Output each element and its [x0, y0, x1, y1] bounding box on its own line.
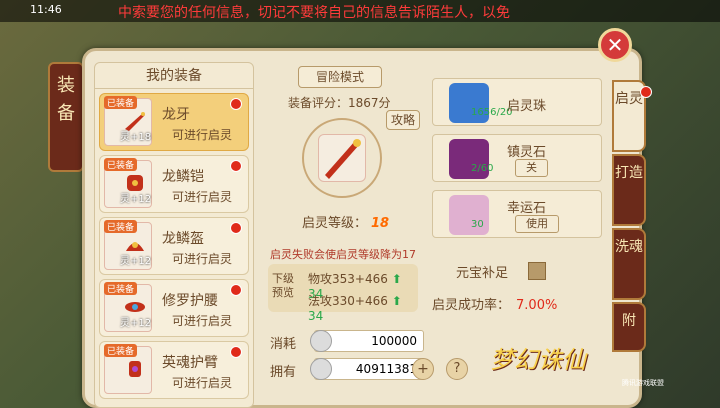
- qling-level: 灵+12: [120, 256, 152, 267]
- cost-label: 消耗: [270, 337, 297, 352]
- equip-name: 修罗护腰: [162, 293, 218, 309]
- owned-label: 拥有: [270, 365, 297, 380]
- equip-item-longlinkui[interactable]: 已装备 灵+12 龙鳞盔 可进行启灵: [99, 217, 249, 275]
- stone-qilingzhu[interactable]: 1656/20 启灵珠: [432, 78, 602, 126]
- owned-row: 拥有 40911381 +: [270, 358, 450, 380]
- stone-xingyunshi[interactable]: 30 幸运石 使用: [432, 190, 602, 238]
- equip-name: 英魂护臂: [162, 355, 218, 371]
- preview-row-magic: 法攻330+466 ⬆ 34: [308, 294, 402, 323]
- equipment-side-label: 装备: [48, 62, 84, 172]
- equip-status: 可进行启灵: [172, 376, 233, 390]
- rate-label: 启灵成功率：: [432, 298, 511, 313]
- close-button[interactable]: ✕: [598, 28, 632, 62]
- equipped-tag: 已装备: [104, 96, 138, 109]
- tab-dazao[interactable]: 打造: [612, 154, 646, 226]
- logo-title: 梦幻诛仙: [490, 346, 586, 374]
- notification-dot: [230, 160, 242, 172]
- clock: 11:46: [30, 3, 62, 16]
- equip-name: 龙鳞铠: [162, 169, 204, 185]
- silver-coin-icon: [310, 330, 332, 352]
- equip-name: 龙牙: [162, 107, 190, 123]
- equip-item-longya[interactable]: 已装备 灵+18 龙牙 可进行启灵: [99, 93, 249, 151]
- stone-name: 幸运石: [507, 201, 547, 216]
- qling-level: 灵+12: [120, 194, 152, 205]
- equip-item-longlinkai[interactable]: 已装备 灵+12 龙鳞铠 可进行启灵: [99, 155, 249, 213]
- help-button[interactable]: ?: [446, 358, 468, 380]
- logo-sub: 腾讯游戏联盟: [622, 379, 664, 387]
- bracer-icon: [129, 361, 141, 377]
- tab-xihun[interactable]: 洗魂: [612, 228, 646, 300]
- equip-status: 可进行启灵: [172, 252, 233, 266]
- equip-item-yinghunhubi[interactable]: 已装备 英魂护臂 可进行启灵: [99, 341, 249, 399]
- notification-dot: [230, 284, 242, 296]
- notification-dot: [640, 86, 652, 98]
- cost-row: 消耗 100000: [270, 330, 450, 352]
- success-rate: 启灵成功率： 7.00%: [432, 294, 557, 313]
- my-equipment-list: 我的装备 已装备 灵+18 龙牙 可进行启灵 已装备 灵+12 龙鳞铠 可进行启…: [94, 62, 254, 408]
- notification-dot: [230, 222, 242, 234]
- selected-equip-slot: [318, 134, 366, 182]
- qling-level-row: 启灵等级： 18: [302, 212, 389, 231]
- stone-zhenlingshi[interactable]: 2/60 镇灵石 关: [432, 134, 602, 182]
- top-bar: 11:46 中索要您的任何信息，切记不要将自己的信息告诉陌生人，以免: [0, 0, 720, 22]
- equipped-tag: 已装备: [104, 220, 138, 233]
- qling-level-label: 启灵等级：: [302, 216, 368, 231]
- stone-count: 2/60: [471, 163, 494, 174]
- up-arrow-icon: ⬆: [391, 294, 402, 308]
- use-button[interactable]: 使用: [515, 215, 559, 233]
- gold-fill-checkbox[interactable]: [528, 262, 546, 280]
- close-icon: ✕: [606, 33, 624, 57]
- fail-warning: 启灵失败会使启灵等级降为17: [270, 248, 416, 261]
- next-level-preview: 下级预览 物攻353+466 ⬆ 34 法攻330+466 ⬆ 34: [268, 264, 418, 323]
- equipment-score: 装备评分：1867分: [288, 96, 391, 110]
- equipped-tag: 已装备: [104, 344, 138, 357]
- toggle-button[interactable]: 关: [515, 159, 548, 177]
- up-arrow-icon: ⬆: [391, 272, 402, 286]
- list-header: 我的装备: [95, 63, 253, 89]
- preview-label: 下级预览: [272, 272, 294, 299]
- equip-item-xiuluohuyao[interactable]: 已装备 灵+12 修罗护腰 可进行启灵: [99, 279, 249, 337]
- silver-coin-icon: [310, 358, 332, 380]
- weapon-icon: [325, 139, 361, 179]
- equip-status: 可进行启灵: [172, 128, 233, 142]
- strategy-button[interactable]: 攻略: [386, 110, 420, 130]
- notification-dot: [230, 98, 242, 110]
- system-marquee: 中索要您的任何信息，切记不要将自己的信息告诉陌生人，以免: [118, 5, 510, 21]
- add-currency-button[interactable]: +: [412, 358, 434, 380]
- qling-level: 灵+12: [120, 318, 152, 329]
- equipped-tag: 已装备: [104, 158, 138, 171]
- notification-dot: [230, 346, 242, 358]
- stone-name: 镇灵石: [507, 145, 547, 160]
- game-logo: 梦幻诛仙 腾讯游戏联盟: [480, 330, 680, 390]
- adventure-mode-button[interactable]: 冒险模式: [298, 66, 382, 88]
- equipped-tag: 已装备: [104, 282, 138, 295]
- gold-fill-label: 元宝补足: [456, 266, 509, 281]
- equip-name: 龙鳞盔: [162, 231, 204, 247]
- qling-level-value: 18: [371, 216, 390, 231]
- stone-name: 启灵珠: [507, 99, 547, 114]
- rate-value: 7.00%: [516, 298, 558, 313]
- qling-level: 灵+18: [120, 132, 152, 143]
- equip-status: 可进行启灵: [172, 314, 233, 328]
- stone-count: 30: [471, 219, 484, 230]
- equip-status: 可进行启灵: [172, 190, 233, 204]
